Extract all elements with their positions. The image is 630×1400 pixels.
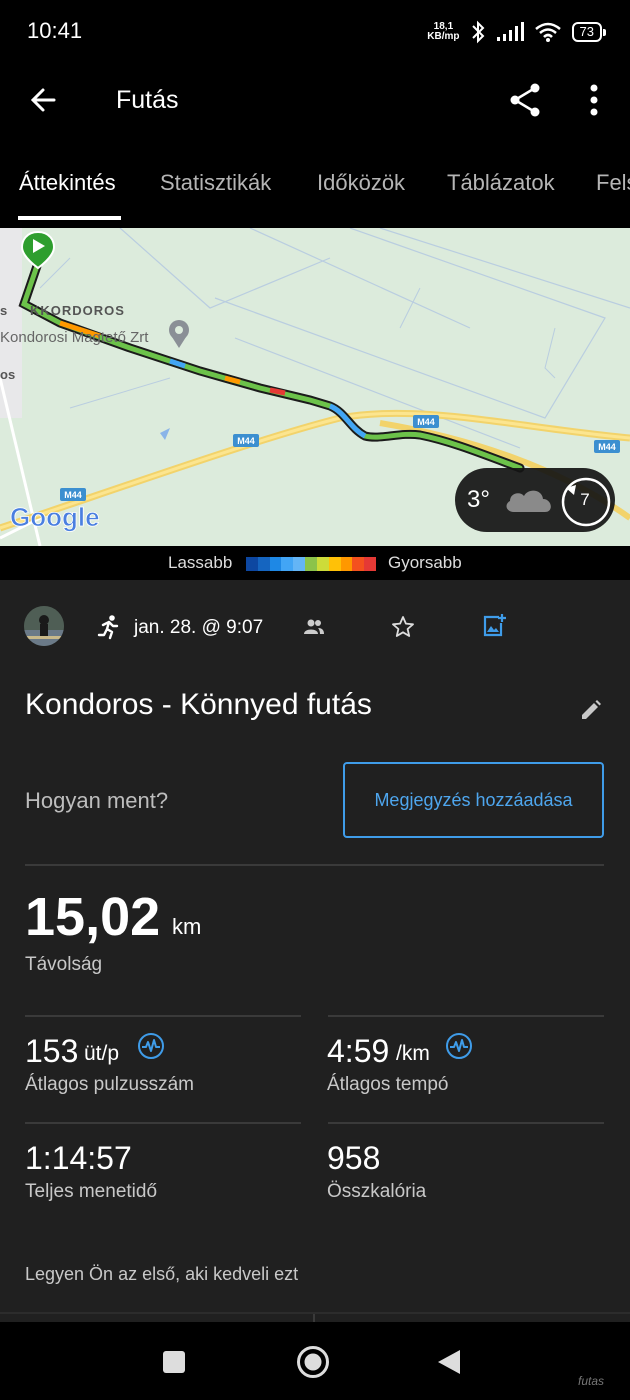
status-bar: 10:41 18,1 KB/mp 73	[0, 0, 630, 62]
avg-pace-label: Átlagos tempó	[327, 1074, 449, 1095]
pace-color-swatch	[257, 557, 270, 571]
page-title: Futás	[116, 86, 179, 114]
tab-indicator	[18, 216, 121, 220]
pace-color-swatch	[269, 557, 282, 571]
running-icon	[97, 615, 119, 640]
bluetooth-icon	[471, 20, 484, 44]
star-icon[interactable]	[391, 615, 415, 639]
divider	[0, 1312, 630, 1314]
map-label-road: M44	[417, 417, 435, 427]
map-label-edge: os	[0, 367, 15, 382]
map-label-road: M44	[598, 442, 616, 452]
wifi-icon	[534, 22, 561, 42]
battery-icon: 73	[571, 22, 607, 42]
avatar[interactable]	[24, 606, 64, 646]
map-label-edge: s	[0, 303, 7, 318]
status-time: 10:41	[27, 18, 83, 43]
more-vertical-icon[interactable]	[578, 80, 610, 120]
pace-color-bar	[246, 557, 376, 571]
activity-title: Kondoros - Könnyed futás	[25, 688, 372, 721]
avg-hr-label: Átlagos pulzusszám	[25, 1074, 194, 1095]
total-time-value: 1:14:57	[25, 1140, 132, 1176]
divider	[25, 1015, 301, 1017]
map-label-road: M44	[64, 490, 82, 500]
wind-speed: 7	[580, 490, 590, 509]
avg-pace-unit: /km	[396, 1042, 430, 1065]
pace-color-swatch	[364, 557, 376, 571]
tab-bar: Áttekintés Statisztikák Időközök Tábláza…	[0, 140, 630, 222]
divider	[328, 1122, 604, 1124]
network-speed: 18,1 KB/mp	[427, 22, 459, 42]
likes-text[interactable]: Legyen Ön az első, aki kedveli ezt	[25, 1264, 298, 1285]
tab-statistics[interactable]: Statisztikák	[160, 170, 271, 196]
people-icon[interactable]	[303, 617, 325, 637]
pace-color-swatch	[340, 557, 353, 571]
distance-value: 15,02	[25, 887, 161, 947]
system-nav-bar	[0, 1322, 630, 1400]
calories-value: 958	[327, 1140, 381, 1176]
pace-color-swatch	[352, 557, 365, 571]
pace-color-swatch	[316, 557, 329, 571]
edit-pencil-icon[interactable]	[579, 698, 603, 722]
add-photo-icon[interactable]	[481, 613, 507, 639]
pace-color-swatch	[305, 557, 317, 571]
status-icons: 18,1 KB/mp 73	[427, 18, 607, 46]
map-label-poi: Kondorosi Magtető Zrt	[0, 329, 149, 346]
back-triangle-icon[interactable]	[436, 1348, 462, 1376]
tab-intervals[interactable]: Időközök	[317, 170, 405, 196]
app-bar: Futás	[0, 62, 630, 140]
total-time-label: Teljes menetidő	[25, 1181, 158, 1202]
cloud-icon	[506, 490, 551, 512]
watermark: futas	[578, 1374, 605, 1388]
legend-slower: Lassabb	[168, 553, 233, 572]
pace-color-swatch	[328, 557, 341, 571]
calories-label: Összkalória	[327, 1181, 427, 1202]
divider	[25, 864, 604, 866]
tab-more[interactable]: Fels	[596, 170, 630, 196]
pace-legend: Lassabb Gyorsabb	[0, 550, 630, 580]
avg-hr-value: 153	[25, 1033, 79, 1069]
weather-temperature: 3°	[467, 486, 490, 513]
share-icon[interactable]	[506, 80, 546, 120]
tab-overview[interactable]: Áttekintés	[19, 170, 116, 196]
map-label-town: KKORDOROS	[30, 303, 125, 318]
pace-color-swatch	[293, 557, 306, 571]
google-logo: Google	[10, 502, 100, 532]
divider	[328, 1015, 604, 1017]
map-label-road: M44	[237, 436, 255, 446]
distance-label: Távolság	[25, 954, 103, 975]
recents-square-icon[interactable]	[162, 1350, 186, 1374]
pace-chart-icon[interactable]	[445, 1032, 473, 1060]
feel-prompt: Hogyan ment?	[25, 788, 169, 813]
distance-unit: km	[172, 914, 202, 939]
pace-color-swatch	[281, 557, 294, 571]
avg-pace-value: 4:59	[327, 1033, 390, 1069]
heart-rate-icon[interactable]	[137, 1032, 165, 1060]
tab-tables[interactable]: Táblázatok	[447, 170, 555, 196]
back-arrow-icon[interactable]	[24, 80, 64, 120]
divider	[313, 1314, 315, 1322]
legend-faster: Gyorsabb	[388, 553, 462, 572]
net-speed-unit: KB/mp	[427, 31, 460, 42]
activity-date: jan. 28. @ 9:07	[134, 617, 264, 638]
add-note-button[interactable]: Megjegyzés hozzáadása	[343, 762, 604, 838]
signal-icon	[496, 22, 524, 41]
home-circle-icon[interactable]	[296, 1345, 330, 1379]
avg-hr-unit: üt/p	[84, 1042, 120, 1065]
divider	[25, 1122, 301, 1124]
pace-color-swatch	[246, 557, 258, 571]
